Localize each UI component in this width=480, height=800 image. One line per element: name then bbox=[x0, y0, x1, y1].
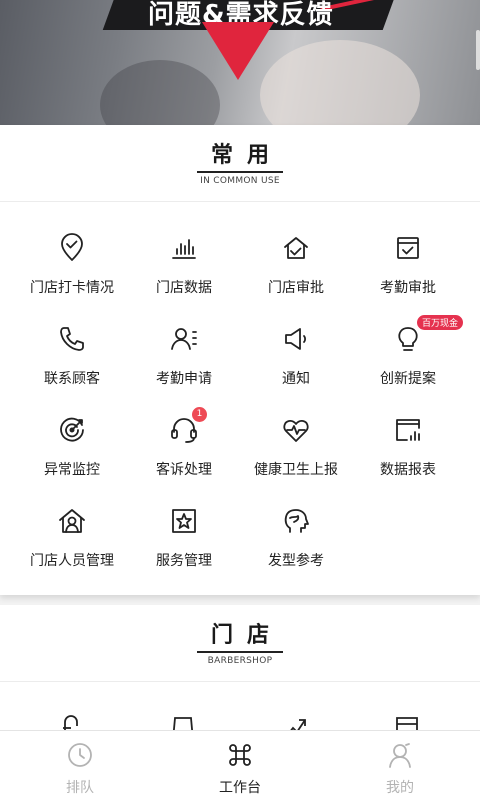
feedback-banner[interactable]: 问题&需求反馈 bbox=[0, 0, 480, 125]
grid-item-label: 发型参考 bbox=[268, 553, 324, 569]
banner-photo-highlight bbox=[260, 40, 420, 125]
grid-item-label: 考勤审批 bbox=[380, 280, 436, 296]
phone-icon bbox=[57, 324, 87, 354]
grid-item-service-management[interactable]: 服务管理 bbox=[128, 502, 240, 593]
grid-item-innovation-proposal[interactable]: 创新提案 百万现金 bbox=[352, 315, 464, 411]
grid-item-label: 客诉处理 bbox=[156, 462, 212, 478]
speaker-icon bbox=[281, 324, 311, 354]
common-section: 常用 IN COMMON USE 门店打卡情况 门店数据 门店审批 考勤审批 联… bbox=[0, 125, 480, 595]
grid-item-label: 数据报表 bbox=[380, 462, 436, 478]
grid-item-label: 门店打卡情况 bbox=[30, 280, 114, 296]
store-section-title: 门店 bbox=[196, 623, 283, 653]
grid-item-label: 异常监控 bbox=[44, 462, 100, 478]
store-section-header: 门店 BARBERSHOP bbox=[0, 605, 480, 682]
target-icon bbox=[57, 415, 87, 445]
store-item-icon[interactable] bbox=[393, 712, 421, 730]
app-screen: 问题&需求反馈 常用 IN COMMON USE 门店打卡情况 门店数据 门店审… bbox=[0, 0, 480, 800]
grid-item-store-approval[interactable]: 门店审批 bbox=[240, 229, 352, 320]
store-approve-icon bbox=[281, 233, 311, 263]
common-section-title: 常用 bbox=[196, 143, 283, 173]
grid-item-complaint-handling[interactable]: 客诉处理 1 bbox=[128, 407, 240, 502]
banner-triangle bbox=[202, 22, 274, 80]
unread-count-badge: 1 bbox=[192, 407, 207, 422]
bar-chart-icon bbox=[169, 233, 199, 263]
grid-item-label: 健康卫生上报 bbox=[254, 462, 338, 478]
grid-item-notification[interactable]: 通知 bbox=[240, 320, 352, 411]
common-grid: 门店打卡情况 门店数据 门店审批 考勤审批 联系顾客 考勤申请 通知 创新提案 … bbox=[0, 202, 480, 593]
store-grid-partial bbox=[0, 682, 480, 730]
grid-item-store-data[interactable]: 门店数据 bbox=[128, 229, 240, 320]
grid-item-data-report[interactable]: 数据报表 bbox=[352, 411, 464, 502]
store-item-icon[interactable] bbox=[169, 712, 197, 730]
tab-label: 工作台 bbox=[219, 780, 261, 796]
lightbulb-icon bbox=[393, 324, 423, 354]
grid-item-contact-customer[interactable]: 联系顾客 bbox=[16, 320, 128, 411]
star-frame-icon bbox=[169, 506, 199, 536]
tab-label: 排队 bbox=[66, 780, 94, 796]
tab-workbench[interactable]: 工作台 bbox=[160, 731, 320, 800]
command-icon bbox=[229, 744, 251, 766]
grid-item-health-report[interactable]: 健康卫生上报 bbox=[240, 411, 352, 502]
store-item-icon[interactable] bbox=[281, 712, 309, 730]
store-section-subtitle: BARBERSHOP bbox=[207, 656, 273, 666]
grid-item-store-checkin[interactable]: 门店打卡情况 bbox=[16, 229, 128, 320]
grid-item-label: 考勤申请 bbox=[156, 371, 212, 387]
grid-item-staff-management[interactable]: 门店人员管理 bbox=[16, 502, 128, 593]
hair-head-icon bbox=[281, 506, 311, 536]
user-list-icon bbox=[169, 324, 199, 354]
bottom-tab-bar: 排队 工作台 我的 bbox=[0, 730, 480, 800]
grid-item-label: 创新提案 bbox=[380, 371, 436, 387]
user-icon bbox=[389, 743, 411, 768]
grid-item-label: 门店审批 bbox=[268, 280, 324, 296]
cash-badge: 百万现金 bbox=[417, 315, 464, 330]
tab-mine[interactable]: 我的 bbox=[320, 731, 480, 800]
grid-item-attendance-approval[interactable]: 考勤审批 bbox=[352, 229, 464, 320]
attendance-approve-icon bbox=[393, 233, 423, 263]
checkin-location-icon bbox=[57, 233, 87, 263]
grid-item-hairstyle-reference[interactable]: 发型参考 bbox=[240, 502, 352, 593]
clock-icon bbox=[68, 743, 92, 767]
tab-queue[interactable]: 排队 bbox=[0, 731, 160, 800]
home-user-icon bbox=[57, 506, 87, 536]
store-item-icon[interactable] bbox=[57, 712, 85, 730]
grid-item-attendance-request[interactable]: 考勤申请 bbox=[128, 320, 240, 411]
grid-item-label: 门店数据 bbox=[156, 280, 212, 296]
tab-label: 我的 bbox=[386, 780, 414, 796]
common-section-subtitle: IN COMMON USE bbox=[200, 176, 280, 186]
report-chart-icon bbox=[393, 415, 423, 445]
store-section: 门店 BARBERSHOP bbox=[0, 605, 480, 730]
scrollbar-thumb[interactable] bbox=[476, 30, 480, 70]
grid-item-label: 联系顾客 bbox=[44, 371, 100, 387]
heart-pulse-icon bbox=[281, 415, 311, 445]
grid-item-anomaly-monitor[interactable]: 异常监控 bbox=[16, 411, 128, 502]
grid-item-label: 通知 bbox=[282, 371, 310, 387]
grid-item-label: 服务管理 bbox=[156, 553, 212, 569]
common-section-header: 常用 IN COMMON USE bbox=[0, 125, 480, 202]
grid-item-label: 门店人员管理 bbox=[30, 553, 114, 569]
